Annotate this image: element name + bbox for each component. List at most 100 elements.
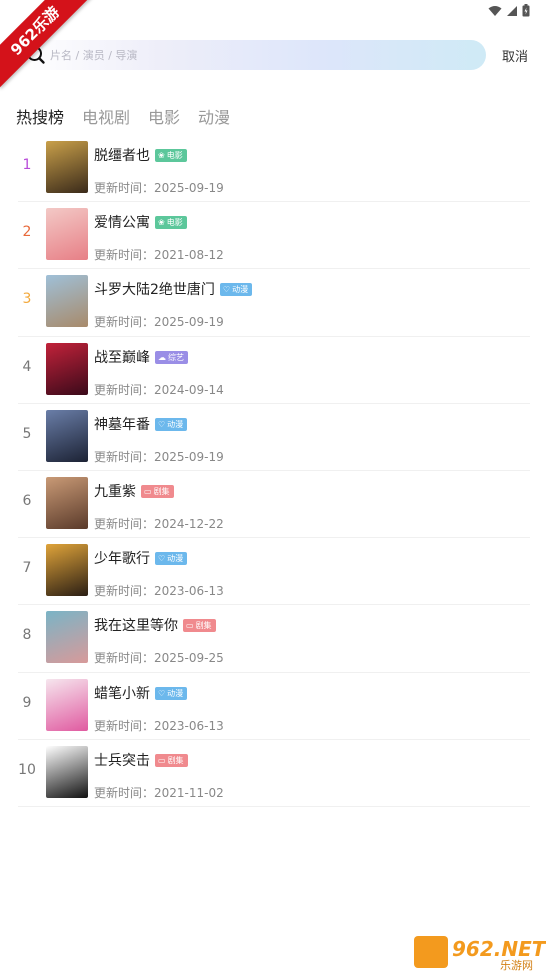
category-badge-icon: ♡ xyxy=(158,554,166,564)
category-badge-label: 动漫 xyxy=(167,419,184,429)
battery-icon xyxy=(522,4,530,17)
category-badge-label: 动漫 xyxy=(167,554,184,564)
category-badge: ❀ 电影 xyxy=(155,216,187,230)
list-item[interactable]: 6 九重紫 ▭ 剧集 更新时间：2024-12-22 xyxy=(18,471,530,539)
category-badge: ❀ 电影 xyxy=(155,149,187,162)
item-title: 士兵突击 ▭ 剧集 xyxy=(94,750,188,770)
update-time-label: 更新时间： xyxy=(94,785,155,800)
category-badge-icon: ▭ xyxy=(186,621,194,631)
rank-number: 2 xyxy=(22,224,32,241)
cancel-button[interactable]: 取消 xyxy=(502,46,528,65)
update-time: 更新时间：2025-09-25 xyxy=(94,649,224,666)
list-item[interactable]: 7 少年歌行 ♡ 动漫更新时间：2023-06-13 xyxy=(18,538,530,606)
search-input[interactable] xyxy=(50,40,470,70)
item-title-text: 少年歌行 xyxy=(94,551,150,568)
watermark-subtext: 乐游网 xyxy=(500,959,533,972)
list-item[interactable]: 1 脱缰者也 ❀ 电影更新时间：2025-09-19 xyxy=(18,135,530,203)
update-time-value: 2025-09-19 xyxy=(154,181,224,195)
item-title: 战至巅峰 ☁ 综艺 xyxy=(94,347,188,367)
list-item[interactable]: 9 蜡笔小新 ♡ 动漫 更新时间：2023-06-13 xyxy=(18,673,530,740)
category-badge-icon: ▭ xyxy=(158,755,166,765)
category-badge: ♡ 动漫 xyxy=(155,686,188,700)
item-title-text: 士兵突击 xyxy=(94,752,150,769)
list-item[interactable]: 8 我在这里等你 ▭ 剧集更新时间：2025-09-25 xyxy=(18,605,530,673)
update-time: 更新时间：2021-11-02 xyxy=(94,784,224,801)
poster-thumbnail[interactable] xyxy=(46,544,88,597)
list-item[interactable]: 3 斗罗大陆2绝世唐门 ♡ 动漫 更新时间：2025-09-19 xyxy=(18,269,530,337)
rank-number: 5 xyxy=(22,425,32,442)
item-title: 蜡笔小新 ♡ 动漫 xyxy=(94,683,188,703)
search-bar: 取消 xyxy=(0,40,550,72)
tab-movie[interactable]: 电影 xyxy=(148,104,180,128)
list-item[interactable]: 2 爱情公寓 ❀ 电影 更新时间：2021-08-12 xyxy=(18,202,530,270)
update-time-label: 更新时间： xyxy=(94,315,155,330)
signal-icon xyxy=(507,5,517,16)
list-item[interactable]: 5 神墓年番 ♡ 动漫更新时间：2025-09-19 xyxy=(18,404,530,471)
search-page: 962乐游 取消 热搜榜 电视剧 电影 xyxy=(0,0,550,978)
hot-search-list: 1 脱缰者也 ❀ 电影 更新时间：2025-09-19 2 爱情公寓 ❀ 电影 更新时间：2021… xyxy=(18,135,530,807)
update-time-label: 更新时间： xyxy=(94,248,155,263)
poster-thumbnail[interactable] xyxy=(46,409,88,462)
list-item[interactable]: 10 士兵突击 ▭ 剧集更新时间：2021-11-02 xyxy=(18,740,530,807)
item-title: 爱情公寓 ❀ 电影 xyxy=(94,212,187,232)
update-time-label: 更新时间： xyxy=(94,449,155,464)
poster-thumbnail[interactable] xyxy=(46,208,88,261)
list-item[interactable]: 4 战至巅峰 ☁ 综艺 更新时间：2024-09-14 xyxy=(18,337,530,404)
watermark-text: 962.NET xyxy=(452,937,546,961)
item-title-text: 神墓年番 xyxy=(94,416,150,433)
update-time-value: 2025-09-25 xyxy=(154,651,224,666)
category-badge-icon: ♡ xyxy=(222,285,231,295)
poster-thumbnail[interactable] xyxy=(46,745,88,798)
tab-hot-search[interactable]: 热搜榜 xyxy=(16,104,64,128)
rank-number: 10 xyxy=(18,761,36,778)
item-title-text: 脱缰者也 xyxy=(94,148,150,164)
site-watermark: 962.NET 962.NET 乐游网 xyxy=(414,936,546,972)
poster-thumbnail[interactable] xyxy=(46,275,88,328)
category-badge: ▭ 剧集 xyxy=(155,753,188,767)
update-time: 更新时间：2025-09-19 xyxy=(94,313,224,330)
category-badge-label: 综艺 xyxy=(168,352,184,362)
poster-thumbnail[interactable] xyxy=(46,611,88,664)
category-badge-label: 动漫 xyxy=(232,285,249,295)
poster-thumbnail[interactable] xyxy=(46,678,88,731)
category-badge: ☁ 综艺 xyxy=(155,350,188,364)
category-badge-icon: ▭ xyxy=(144,486,152,496)
item-title-text: 战至巅峰 xyxy=(94,349,150,366)
item-title-text: 我在这里等你 xyxy=(94,618,178,635)
item-title: 九重紫 ▭ 剧集 xyxy=(94,481,174,501)
rank-number: 1 xyxy=(22,157,32,173)
category-badge: ♡ 动漫 xyxy=(155,552,188,566)
category-badge-icon: ☁ xyxy=(158,352,166,362)
category-tabs: 热搜榜 电视剧 电影 动漫 xyxy=(16,104,248,128)
poster-thumbnail[interactable] xyxy=(46,141,88,193)
update-time-label: 更新时间： xyxy=(94,181,155,195)
category-badge-label: 动漫 xyxy=(167,688,184,698)
update-time-label: 更新时间： xyxy=(94,516,155,531)
update-time-value: 2025-09-19 xyxy=(154,315,224,330)
poster-thumbnail[interactable] xyxy=(46,342,88,395)
update-time-label: 更新时间： xyxy=(94,651,155,666)
tab-anime[interactable]: 动漫 xyxy=(198,104,230,128)
item-title-text: 蜡笔小新 xyxy=(94,685,150,702)
update-time: 更新时间：2025-09-19 xyxy=(94,179,224,196)
update-time: 更新时间：2025-09-19 xyxy=(94,448,224,465)
category-badge-icon: ❀ xyxy=(158,151,165,160)
category-badge: ♡ 动漫 xyxy=(219,283,253,297)
category-badge-label: 电影 xyxy=(166,218,183,228)
update-time-value: 2023-06-13 xyxy=(154,584,224,599)
rank-number: 4 xyxy=(22,358,32,375)
category-badge: ♡ 动漫 xyxy=(155,417,188,431)
category-badge-label: 剧集 xyxy=(195,621,212,631)
category-badge-icon: ♡ xyxy=(158,688,166,698)
rank-number: 7 xyxy=(22,560,32,577)
update-time: 更新时间：2024-12-22 xyxy=(94,515,224,532)
item-title: 脱缰者也 ❀ 电影 xyxy=(94,145,187,165)
poster-thumbnail[interactable] xyxy=(46,476,88,529)
update-time-label: 更新时间： xyxy=(94,584,155,599)
rank-number: 8 xyxy=(22,627,32,644)
search-box[interactable] xyxy=(20,40,486,70)
category-badge-icon: ♡ xyxy=(158,419,166,429)
tab-tv-series[interactable]: 电视剧 xyxy=(82,104,130,128)
item-title-text: 爱情公寓 xyxy=(94,215,150,232)
category-badge-label: 剧集 xyxy=(153,486,170,496)
